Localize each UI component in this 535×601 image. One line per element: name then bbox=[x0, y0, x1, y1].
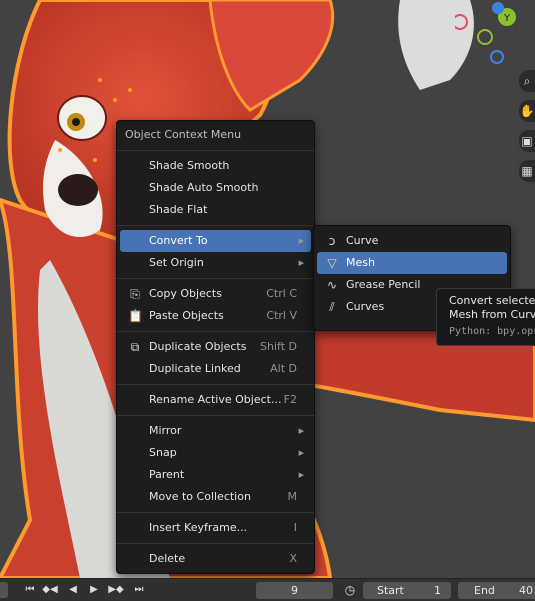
snap-item[interactable]: Snap ▶ bbox=[120, 442, 311, 464]
copy-objects-item[interactable]: ⎘ Copy Objects Ctrl C bbox=[120, 283, 311, 305]
shade-flat-label: Shade Flat bbox=[149, 203, 208, 216]
mirror-item[interactable]: Mirror ▶ bbox=[120, 420, 311, 442]
zoom-icon[interactable]: ⌕ bbox=[519, 70, 535, 92]
separator bbox=[117, 384, 314, 385]
duplicate-objects-label: Duplicate Objects bbox=[149, 340, 247, 353]
convert-to-label: Convert To bbox=[149, 234, 208, 247]
object-context-menu: Object Context Menu Shade Smooth Shade A… bbox=[116, 120, 315, 574]
duplicate-shortcut: Shift D bbox=[260, 340, 297, 353]
convert-curve-item[interactable]: ↄ Curve bbox=[317, 230, 507, 252]
timeline-bar: ⏮ ◆◀ ◀ ▶ ▶◆ ⏭ 9 ◷ Start 1 End 40 bbox=[0, 578, 535, 601]
curve-label: Curve bbox=[346, 234, 379, 247]
jump-to-start-icon[interactable]: ⏮ bbox=[20, 582, 40, 598]
insert-keyframe-label: Insert Keyframe... bbox=[149, 521, 248, 534]
insert-shortcut: I bbox=[293, 521, 297, 534]
move-to-collection-label: Move to Collection bbox=[149, 490, 251, 503]
set-origin-item[interactable]: Set Origin ▶ bbox=[120, 252, 311, 274]
z-axis-icon[interactable] bbox=[492, 2, 504, 14]
end-value: 40 bbox=[519, 584, 533, 597]
delete-label: Delete bbox=[149, 552, 186, 565]
clock-icon[interactable]: ◷ bbox=[340, 582, 360, 598]
grease-pencil-label: Grease Pencil bbox=[346, 278, 421, 291]
separator bbox=[117, 543, 314, 544]
submenu-arrow-icon: ▶ bbox=[298, 471, 304, 479]
paste-icon: 📋 bbox=[128, 309, 143, 323]
delete-item[interactable]: Delete X bbox=[120, 548, 311, 570]
y-axis-label: Y bbox=[503, 13, 511, 24]
duplicate-linked-label: Duplicate Linked bbox=[149, 362, 241, 375]
paste-objects-item[interactable]: 📋 Paste Objects Ctrl V bbox=[120, 305, 311, 327]
start-value: 1 bbox=[434, 584, 441, 597]
play-icon[interactable]: ▶ bbox=[84, 582, 104, 598]
separator bbox=[117, 512, 314, 513]
next-keyframe-icon[interactable]: ▶◆ bbox=[106, 582, 126, 598]
pan-hand-icon[interactable]: ✋ bbox=[519, 100, 535, 122]
duplicate-icon: ⧉ bbox=[130, 340, 140, 354]
grid-icon[interactable]: ▦ bbox=[519, 160, 535, 182]
jump-to-end-icon[interactable]: ⏭ bbox=[129, 582, 149, 598]
separator bbox=[117, 150, 314, 151]
copy-shortcut: Ctrl C bbox=[266, 287, 297, 300]
parent-item[interactable]: Parent ▶ bbox=[120, 464, 311, 486]
move-shortcut: M bbox=[287, 490, 298, 503]
shade-smooth-item[interactable]: Shade Smooth bbox=[120, 155, 311, 177]
start-label: Start bbox=[377, 584, 404, 597]
copy-objects-label: Copy Objects bbox=[149, 287, 222, 300]
curves-label: Curves bbox=[346, 300, 385, 313]
navigation-gizmo[interactable]: Y bbox=[455, 0, 535, 70]
x-neg-axis-icon[interactable] bbox=[455, 14, 468, 30]
duplicate-linked-shortcut: Alt D bbox=[270, 362, 297, 375]
separator bbox=[117, 278, 314, 279]
current-frame-field[interactable]: 9 bbox=[256, 582, 333, 599]
rename-active-object-item[interactable]: Rename Active Object... F2 bbox=[120, 389, 311, 411]
mesh-label: Mesh bbox=[346, 256, 375, 269]
curves-icon: ⫽ bbox=[329, 300, 335, 314]
paste-shortcut: Ctrl V bbox=[266, 309, 297, 322]
submenu-arrow-icon: ▶ bbox=[298, 237, 304, 245]
separator bbox=[117, 415, 314, 416]
delete-shortcut: X bbox=[289, 552, 297, 565]
submenu-arrow-icon: ▶ bbox=[298, 259, 304, 267]
separator bbox=[117, 225, 314, 226]
play-reverse-icon[interactable]: ◀ bbox=[63, 582, 83, 598]
mesh-icon: ▽ bbox=[327, 256, 337, 270]
end-label: End bbox=[474, 584, 495, 597]
shade-auto-smooth-label: Shade Auto Smooth bbox=[149, 181, 259, 194]
start-frame-field[interactable]: Start 1 bbox=[363, 582, 451, 599]
menu-title: Object Context Menu bbox=[125, 128, 242, 141]
tooltip-line-1: Convert selected bbox=[449, 294, 535, 307]
rename-shortcut: F2 bbox=[283, 393, 297, 406]
move-to-collection-item[interactable]: Move to Collection M bbox=[120, 486, 311, 508]
timeline-left-field[interactable] bbox=[0, 582, 8, 598]
set-origin-label: Set Origin bbox=[149, 256, 204, 269]
y-neg-axis-icon[interactable] bbox=[477, 29, 493, 45]
shade-auto-smooth-item[interactable]: Shade Auto Smooth bbox=[120, 177, 311, 199]
curve-icon: ↄ bbox=[328, 234, 336, 248]
submenu-arrow-icon: ▶ bbox=[298, 427, 304, 435]
shade-smooth-label: Shade Smooth bbox=[149, 159, 230, 172]
insert-keyframe-item[interactable]: Insert Keyframe... I bbox=[120, 517, 311, 539]
grease-pencil-icon: ∿ bbox=[326, 278, 338, 292]
tooltip-python: Python: bpy.ops bbox=[449, 326, 535, 337]
convert-to-item[interactable]: Convert To ▶ bbox=[120, 230, 311, 252]
end-frame-field[interactable]: End 40 bbox=[458, 582, 535, 599]
snap-label: Snap bbox=[149, 446, 177, 459]
tooltip-line-2: Mesh from Curve, bbox=[449, 308, 535, 321]
z-neg-axis-icon[interactable] bbox=[490, 50, 504, 64]
paste-objects-label: Paste Objects bbox=[149, 309, 224, 322]
mirror-label: Mirror bbox=[149, 424, 182, 437]
tooltip: Convert selected Mesh from Curve, Python… bbox=[436, 288, 535, 346]
separator bbox=[117, 331, 314, 332]
shade-flat-item[interactable]: Shade Flat bbox=[120, 199, 311, 221]
copy-icon: ⎘ bbox=[130, 287, 140, 301]
submenu-arrow-icon: ▶ bbox=[298, 449, 304, 457]
rename-label: Rename Active Object... bbox=[149, 393, 282, 406]
parent-label: Parent bbox=[149, 468, 185, 481]
duplicate-objects-item[interactable]: ⧉ Duplicate Objects Shift D bbox=[120, 336, 311, 358]
previous-keyframe-icon[interactable]: ◆◀ bbox=[40, 582, 60, 598]
convert-mesh-item[interactable]: ▽ Mesh bbox=[317, 252, 507, 274]
camera-icon[interactable]: ▣ bbox=[519, 130, 535, 152]
duplicate-linked-item[interactable]: Duplicate Linked Alt D bbox=[120, 358, 311, 380]
